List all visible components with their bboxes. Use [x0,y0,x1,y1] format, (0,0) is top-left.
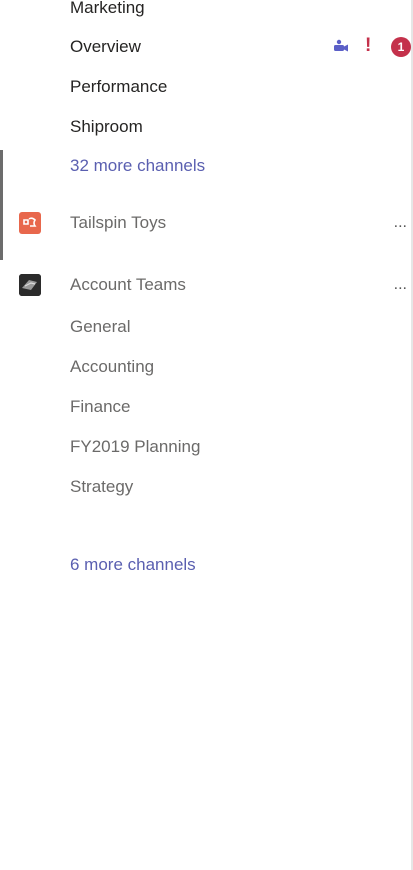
channel-label: Overview [70,37,141,56]
channel-item-strategy[interactable]: Strategy [0,469,413,505]
tailspin-team-icon [19,212,41,234]
more-options-icon[interactable]: ... [394,215,407,231]
channel-item-performance[interactable]: Performance [0,69,413,105]
channel-label: Accounting [70,357,155,376]
more-options-icon[interactable]: ... [394,277,407,293]
team-name: Account Teams [70,275,186,294]
channel-item-finance[interactable]: Finance [0,389,413,425]
more-channels-link[interactable]: 6 more channels [0,547,413,583]
more-channels-label: 6 more channels [70,555,196,574]
channel-label: Strategy [70,477,134,496]
channel-label: Finance [70,397,131,416]
channel-item-overview[interactable]: Overview ! 1 [0,29,413,65]
meeting-icon [332,39,350,58]
important-icon: ! [365,35,372,56]
channel-label: FY2019 Planning [70,437,201,456]
channel-label: General [70,317,131,336]
team-name: Tailspin Toys [70,213,167,232]
channel-item-marketing[interactable]: Marketing [0,0,413,26]
channel-item-fy2019-planning[interactable]: FY2019 Planning [0,429,413,465]
team-item-tailspin-toys[interactable]: Tailspin Toys ... [0,205,413,241]
channel-item-general[interactable]: General [0,309,413,345]
channel-label: Marketing [70,0,145,17]
teams-channel-list: Marketing Overview ! 1 Performance Shipr… [0,0,413,870]
team-item-account-teams[interactable]: Account Teams ... [0,267,413,303]
mention-badge: 1 [391,37,411,57]
more-channels-link[interactable]: 32 more channels [0,148,413,184]
channel-item-accounting[interactable]: Accounting [0,349,413,385]
channel-item-shiproom[interactable]: Shiproom [0,109,413,145]
account-teams-icon [19,274,41,296]
channel-label: Shiproom [70,117,143,136]
channel-label: Performance [70,77,168,96]
more-channels-label: 32 more channels [70,156,206,175]
